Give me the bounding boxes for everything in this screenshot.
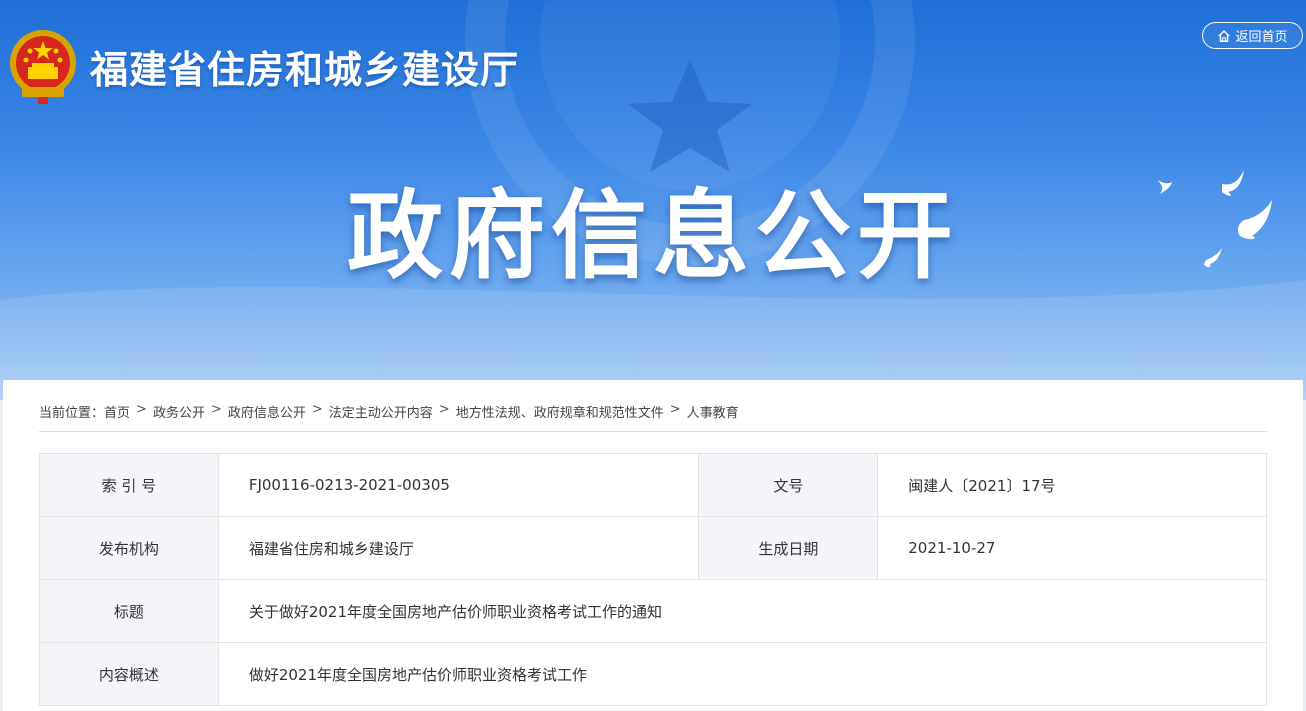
breadcrumb-item-regulations[interactable]: 地方性法规、政府规章和规范性文件 (456, 402, 664, 421)
doves-icon (1158, 170, 1272, 267)
index-label: 索 引 号 (39, 453, 219, 517)
breadcrumb-item-gov-affairs[interactable]: 政务公开 (153, 402, 205, 421)
breadcrumb-item-home[interactable]: 首页 (104, 402, 130, 421)
publisher-value: 福建省住房和城乡建设厅 (217, 516, 700, 580)
home-button-label: 返回首页 (1235, 30, 1288, 45)
breadcrumb-item-statutory-content[interactable]: 法定主动公开内容 (329, 402, 433, 421)
summary-value: 做好2021年度全国房地产估价师职业资格考试工作 (217, 642, 1268, 706)
date-label: 生成日期 (698, 516, 879, 580)
summary-label: 内容概述 (39, 642, 219, 706)
document-info-table: 索 引 号 FJ00116-0213-2021-00305 文号 闽建人〔202… (39, 453, 1268, 706)
breadcrumb-separator: > (669, 402, 681, 417)
table-row: 索 引 号 FJ00116-0213-2021-00305 文号 闽建人〔202… (39, 453, 1267, 517)
table-row: 标题 关于做好2021年度全国房地产估价师职业资格考试工作的通知 (39, 579, 1268, 643)
docno-label: 文号 (698, 453, 879, 517)
breadcrumb: 当前位置： 首页 > 政务公开 > 政府信息公开 > 法定主动公开内容 > 地方… (39, 402, 1267, 432)
header-banner: 福建省住房和城乡建设厅 返回首页 政府信息公开 (0, 0, 1306, 400)
site-name: 福建省住房和城乡建设厅 (90, 47, 520, 92)
title-label: 标题 (39, 579, 219, 643)
breadcrumb-separator: > (136, 402, 147, 417)
breadcrumb-separator: > (438, 402, 450, 417)
national-emblem-icon (10, 30, 76, 104)
breadcrumb-item-info-disclosure[interactable]: 政府信息公开 (228, 402, 306, 421)
index-value: FJ00116-0213-2021-00305 (217, 453, 700, 517)
hero-title: 政府信息公开 (347, 180, 959, 292)
table-row: 内容概述 做好2021年度全国房地产估价师职业资格考试工作 (39, 642, 1268, 706)
breadcrumb-item-hr-education[interactable]: 人事教育 (687, 402, 739, 421)
home-button[interactable]: 返回首页 (1202, 22, 1303, 49)
breadcrumb-separator: > (311, 402, 323, 417)
publisher-label: 发布机构 (39, 516, 219, 580)
breadcrumb-separator: > (210, 402, 222, 417)
breadcrumb-prefix: 当前位置： (39, 406, 105, 421)
date-value: 2021-10-27 (877, 516, 1267, 580)
home-icon (1218, 29, 1231, 42)
site-brand[interactable]: 福建省住房和城乡建设厅 (8, 26, 519, 106)
docno-value: 闽建人〔2021〕17号 (877, 453, 1267, 517)
table-row: 发布机构 福建省住房和城乡建设厅 生成日期 2021-10-27 (39, 516, 1267, 580)
title-value: 关于做好2021年度全国房地产估价师职业资格考试工作的通知 (217, 579, 1268, 643)
content-panel: 当前位置： 首页 > 政务公开 > 政府信息公开 > 法定主动公开内容 > 地方… (3, 380, 1303, 711)
